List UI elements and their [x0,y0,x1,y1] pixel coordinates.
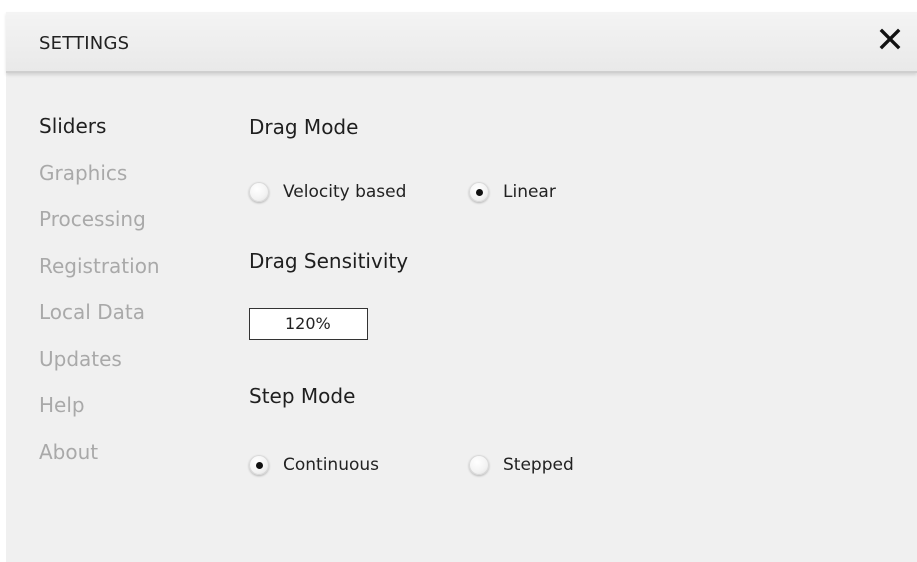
drag-mode-velocity-radio[interactable]: Velocity based [249,182,469,202]
radio-label: Velocity based [283,182,407,202]
drag-mode-heading: Drag Mode [249,115,359,139]
step-mode-radio-group: Continuous Stepped [249,455,574,475]
radio-label: Linear [503,182,556,202]
radio-dot-icon [475,188,483,196]
nav-item-help[interactable]: Help [39,393,160,440]
nav-item-processing[interactable]: Processing [39,207,160,254]
drag-sensitivity-heading: Drag Sensitivity [249,249,409,273]
settings-nav: Sliders Graphics Processing Registration… [39,114,160,486]
step-mode-heading: Step Mode [249,384,356,408]
settings-dialog: SETTINGS Sliders Graphics Processing Reg… [6,12,917,562]
radio-dot-icon [255,461,263,469]
drag-mode-linear-radio[interactable]: Linear [469,182,556,202]
nav-item-about[interactable]: About [39,440,160,487]
radio-selected-icon [469,182,489,202]
radio-label: Stepped [503,455,574,475]
nav-item-local-data[interactable]: Local Data [39,300,160,347]
nav-item-sliders[interactable]: Sliders [39,114,160,161]
radio-selected-icon [249,455,269,475]
drag-mode-radio-group: Velocity based Linear [249,182,556,202]
step-mode-continuous-radio[interactable]: Continuous [249,455,469,475]
close-button[interactable] [873,22,907,56]
step-mode-stepped-radio[interactable]: Stepped [469,455,574,475]
dialog-title: SETTINGS [39,33,130,54]
dialog-titlebar: SETTINGS [6,12,917,73]
nav-item-updates[interactable]: Updates [39,347,160,394]
radio-unselected-icon [249,182,269,202]
nav-item-graphics[interactable]: Graphics [39,161,160,208]
close-icon [879,28,901,50]
nav-item-registration[interactable]: Registration [39,254,160,301]
drag-sensitivity-input[interactable]: 120% [249,308,368,340]
radio-label: Continuous [283,455,380,475]
radio-unselected-icon [469,455,489,475]
